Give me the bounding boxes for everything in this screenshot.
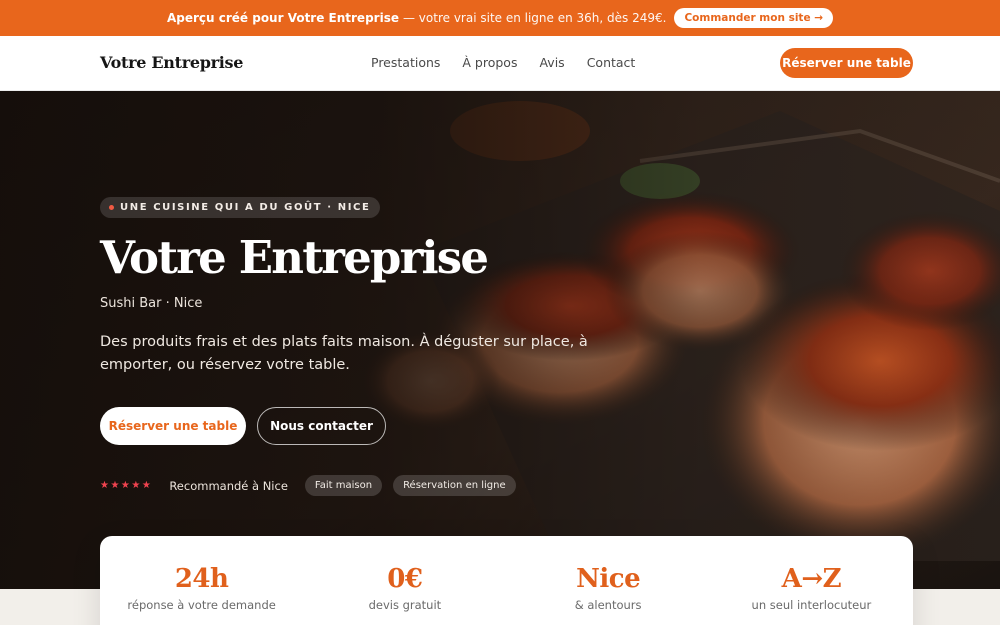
hero-eyebrow-badge: UNE CUISINE QUI A DU GOÛT · NICE <box>100 197 381 218</box>
stat-value: 24h <box>174 564 229 594</box>
stat-label: réponse à votre demande <box>127 598 276 612</box>
stat-label: devis gratuit <box>368 598 442 612</box>
rating-stars-icon: ★★★★★ <box>100 480 153 491</box>
stat-value: A→Z <box>781 564 842 594</box>
promo-banner: Aperçu créé pour Votre Entreprise — votr… <box>0 0 1000 36</box>
stat-value: 0€ <box>387 564 423 594</box>
stat-label: & alentours <box>574 598 642 612</box>
nav-link-contact[interactable]: Contact <box>587 55 636 70</box>
stat-value: Nice <box>576 564 641 594</box>
promo-text: — votre vrai site en ligne en 36h, dès 2… <box>402 11 667 25</box>
nav-link-avis[interactable]: Avis <box>539 55 564 70</box>
stat-item: Nice & alentours <box>507 536 710 625</box>
nav-menu: Prestations À propos Avis Contact <box>371 55 635 70</box>
chip-fait-maison: Fait maison <box>304 475 383 496</box>
chip-reservation: Réservation en ligne <box>393 475 516 496</box>
order-site-button[interactable]: Commander mon site → <box>674 8 834 28</box>
eyebrow-text: UNE CUISINE QUI A DU GOÛT · NICE <box>120 202 371 213</box>
trust-row: ★★★★★ Recommandé à Nice Fait maison Rése… <box>100 475 516 496</box>
promo-bold-text: Aperçu créé pour Votre Entreprise <box>166 11 399 25</box>
stats-card: 24h réponse à votre demande 0€ devis gra… <box>100 536 913 625</box>
nav-reserve-button[interactable]: Réserver une table <box>780 48 913 78</box>
contact-us-button[interactable]: Nous contacter <box>257 407 386 445</box>
hero-content: UNE CUISINE QUI A DU GOÛT · NICE Votre E… <box>100 91 620 589</box>
stat-item: A→Z un seul interlocuteur <box>710 536 913 625</box>
nav-link-a-propos[interactable]: À propos <box>462 55 517 70</box>
hero-section: UNE CUISINE QUI A DU GOÛT · NICE Votre E… <box>0 91 1000 589</box>
stat-item: 24h réponse à votre demande <box>100 536 303 625</box>
hero-description: Des produits frais et des plats faits ma… <box>100 334 588 373</box>
reserve-table-button[interactable]: Réserver une table <box>100 407 246 445</box>
rating-text: Recommandé à Nice <box>169 478 288 493</box>
top-navigation: Votre Entreprise Prestations À propos Av… <box>0 36 1000 91</box>
stat-label: un seul interlocuteur <box>751 598 872 612</box>
stat-item: 0€ devis gratuit <box>303 536 506 625</box>
red-dot-icon <box>109 205 114 210</box>
hero-title: Votre Entreprise <box>100 231 489 284</box>
brand-logo[interactable]: Votre Entreprise <box>100 53 243 72</box>
hero-subtitle: Sushi Bar · Nice <box>100 296 203 311</box>
nav-link-prestations[interactable]: Prestations <box>371 55 440 70</box>
